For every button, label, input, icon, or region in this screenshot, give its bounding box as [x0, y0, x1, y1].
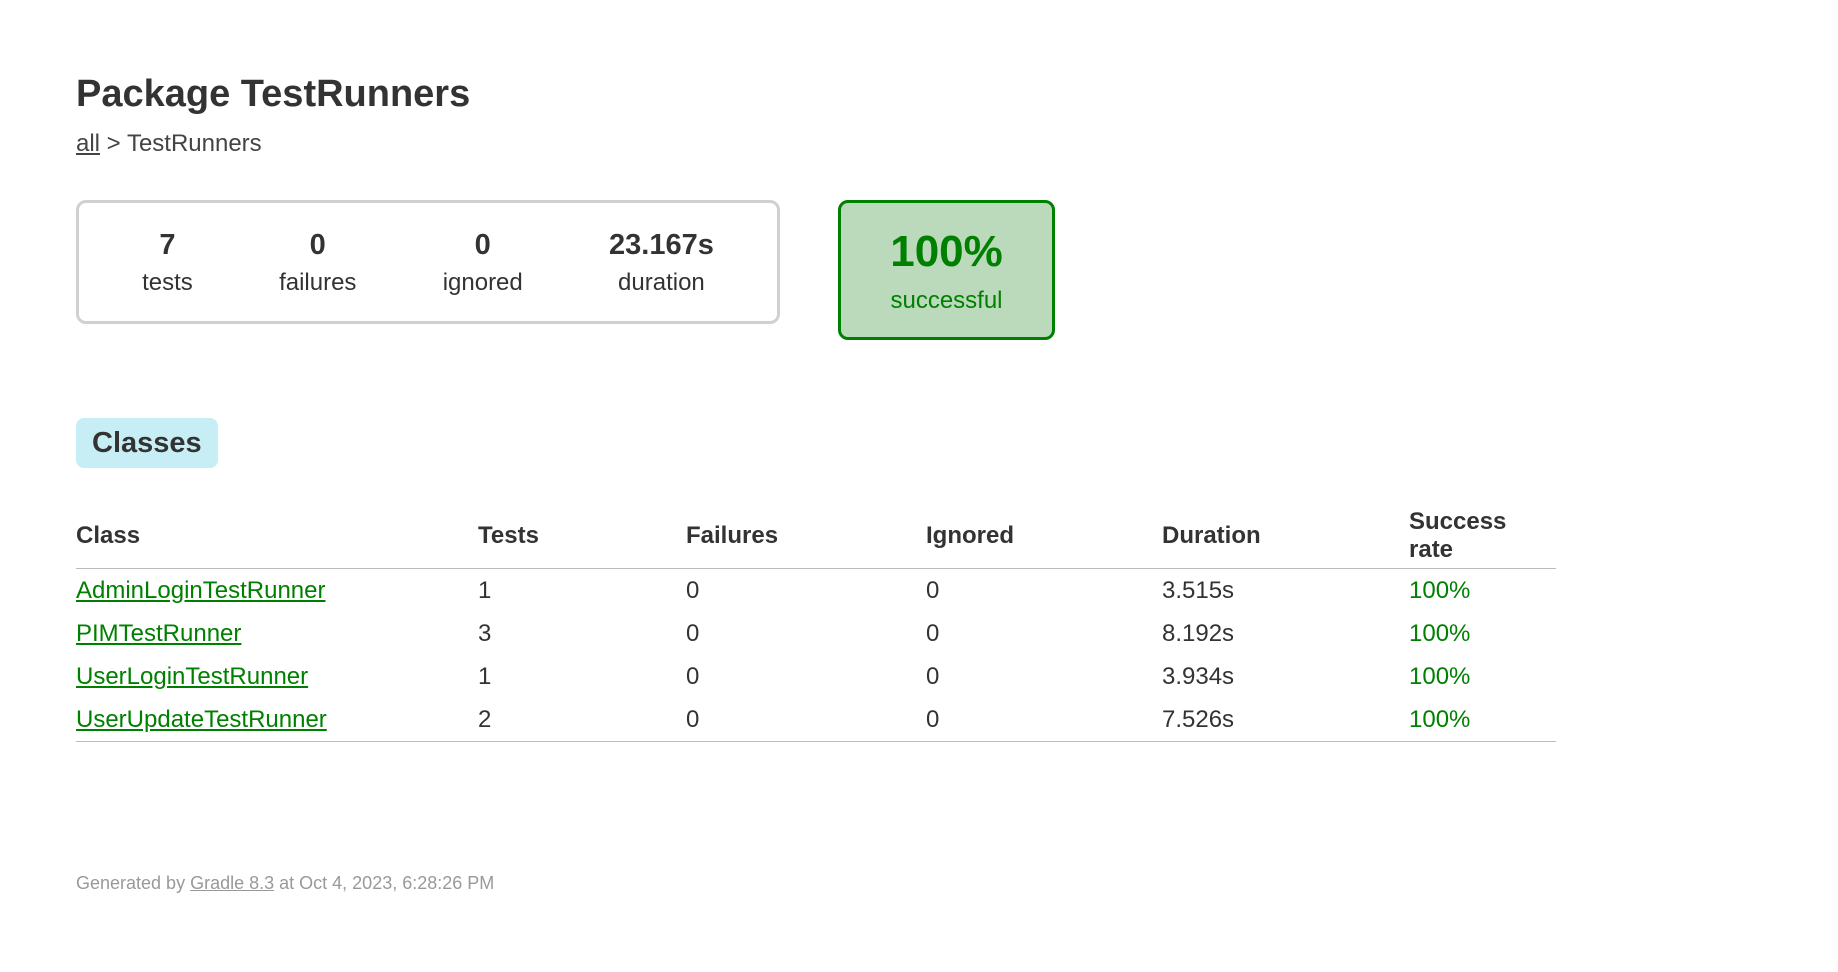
- duration-value: 23.167s: [609, 229, 714, 261]
- table-header-row: Class Tests Failures Ignored Duration Su…: [76, 508, 1556, 569]
- failures-counter: 0 failures: [279, 227, 356, 297]
- ignored-cell: 0: [926, 619, 940, 647]
- duration-cell: 3.515s: [1162, 576, 1235, 604]
- tests-cell: 3: [478, 619, 492, 647]
- breadcrumb-separator: >: [100, 130, 127, 157]
- page-title: Package TestRunners: [76, 73, 471, 115]
- success-rate-cell: 100%: [1409, 698, 1556, 742]
- header-ignored: Ignored: [926, 508, 1162, 569]
- failures-label: failures: [279, 269, 357, 296]
- header-failures: Failures: [686, 508, 926, 569]
- class-link[interactable]: UserLoginTestRunner: [76, 663, 308, 690]
- gradle-link[interactable]: Gradle 8.3: [190, 873, 274, 893]
- success-rate-cell: 100%: [1409, 576, 1471, 604]
- ignored-cell: 0: [926, 698, 1162, 742]
- header-success-rate: Success rate: [1409, 508, 1556, 569]
- tests-cell: 1: [478, 576, 492, 604]
- tests-count: 7: [159, 229, 176, 261]
- duration-cell: 8.192s: [1162, 619, 1235, 647]
- class-link[interactable]: UserUpdateTestRunner: [76, 706, 327, 733]
- failures-cell: 0: [686, 619, 700, 647]
- class-link[interactable]: PIMTestRunner: [76, 620, 241, 647]
- class-cell: PIMTestRunner: [76, 612, 478, 655]
- tab-classes[interactable]: Classes: [76, 418, 218, 468]
- header-duration: Duration: [1162, 508, 1409, 569]
- failures-cell: 0: [686, 576, 700, 604]
- class-cell: UserLoginTestRunner: [76, 655, 478, 698]
- table-row: AdminLoginTestRunner 1 0 0 3.515s 100%: [76, 569, 1556, 613]
- breadcrumb-all-link[interactable]: all: [76, 130, 100, 157]
- table-row: UserLoginTestRunner 1 0 0 3.934s 100%: [76, 655, 1556, 698]
- tests-counter: 7 tests: [142, 227, 193, 297]
- success-rate-value: 100%: [890, 227, 1003, 276]
- duration-label: duration: [618, 269, 705, 296]
- header-class: Class: [76, 508, 478, 569]
- failures-cell: 0: [686, 662, 700, 690]
- class-cell: AdminLoginTestRunner: [76, 569, 478, 613]
- footer: Generated by Gradle 8.3 at Oct 4, 2023, …: [76, 873, 494, 894]
- summary-box: 7 tests 0 failures 0 ignored 23.167s dur…: [76, 200, 780, 324]
- duration-cell: 3.934s: [1162, 662, 1235, 690]
- success-rate-box: 100% successful: [838, 200, 1055, 340]
- tests-cell: 1: [478, 662, 492, 690]
- classes-table: Class Tests Failures Ignored Duration Su…: [76, 508, 1556, 742]
- footer-prefix: Generated by: [76, 873, 191, 893]
- failures-count: 0: [309, 229, 326, 261]
- ignored-cell: 0: [926, 576, 940, 604]
- duration-cell: 7.526s: [1162, 698, 1409, 742]
- header-tests: Tests: [478, 508, 686, 569]
- ignored-label: ignored: [442, 269, 523, 296]
- footer-timestamp: at Oct 4, 2023, 6:28:26 PM: [274, 873, 495, 893]
- success-rate-cell: 100%: [1409, 662, 1471, 690]
- tests-cell: 2: [478, 698, 686, 742]
- breadcrumb-current: TestRunners: [126, 130, 262, 157]
- table-row: UserUpdateTestRunner 2 0 0 7.526s 100%: [76, 698, 1556, 742]
- ignored-cell: 0: [926, 662, 940, 690]
- summary-row: 7 tests 0 failures 0 ignored 23.167s dur…: [76, 200, 1776, 340]
- ignored-count: 0: [474, 229, 491, 261]
- success-rate-label: successful: [890, 287, 1003, 314]
- ignored-counter: 0 ignored: [443, 227, 523, 297]
- report-content: Package TestRunners all > TestRunners 7 …: [76, 70, 1776, 742]
- success-rate-cell: 100%: [1409, 619, 1471, 647]
- tests-label: tests: [142, 269, 193, 296]
- class-link[interactable]: AdminLoginTestRunner: [76, 577, 325, 604]
- class-cell: UserUpdateTestRunner: [76, 698, 478, 742]
- table-row: PIMTestRunner 3 0 0 8.192s 100%: [76, 612, 1556, 655]
- duration-counter: 23.167s duration: [609, 227, 714, 297]
- breadcrumb: all > TestRunners: [76, 130, 1776, 158]
- failures-cell: 0: [686, 698, 926, 742]
